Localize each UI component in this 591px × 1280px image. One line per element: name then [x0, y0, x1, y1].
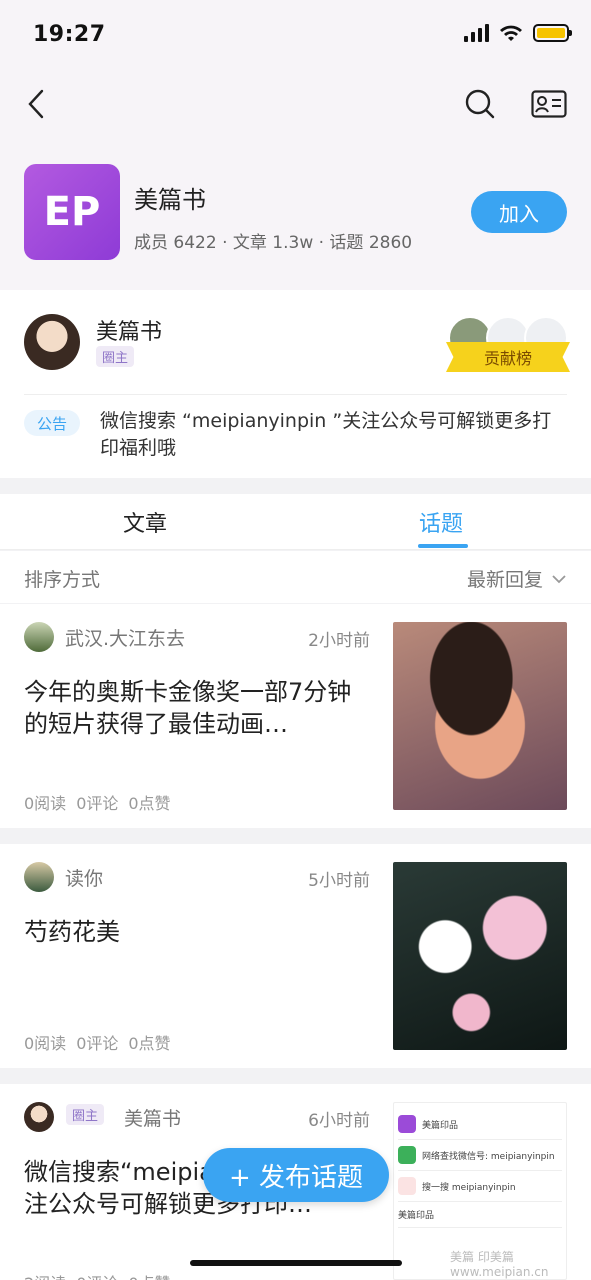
owner-badge: 圈主: [96, 346, 135, 367]
battery-icon: [533, 24, 572, 42]
author-avatar[interactable]: [24, 1102, 54, 1132]
post-thumbnail[interactable]: [393, 622, 567, 810]
sort-bar: 排序方式 最新回复: [0, 551, 591, 603]
divider: [24, 394, 567, 395]
join-button[interactable]: 加入: [471, 191, 567, 233]
post-title[interactable]: 今年的奥斯卡金像奖一部7分钟的短片获得了最佳动画…: [24, 676, 370, 740]
group-stats: 成员 6422 · 文章 1.3w · 话题 2860: [134, 233, 413, 253]
author-avatar[interactable]: [24, 862, 54, 892]
thumbnail-row: 美篇印品: [398, 1109, 562, 1140]
profile-card-icon[interactable]: [530, 88, 568, 120]
post-time: 5小时前: [308, 871, 370, 891]
comment-count: 0评论: [76, 1270, 118, 1280]
post-title[interactable]: 芍药花美: [24, 916, 370, 948]
post-thumbnail[interactable]: [393, 862, 567, 1050]
comment-count: 0评论: [76, 794, 119, 813]
post-stats: 0阅读 0评论 0点赞: [24, 1030, 171, 1054]
sort-label: 排序方式: [24, 569, 101, 591]
active-tab-indicator: [418, 544, 468, 548]
status-time: 19:27: [33, 22, 106, 47]
post-time: 6小时前: [308, 1111, 370, 1131]
tab-articles[interactable]: 文章: [123, 506, 167, 538]
post-time: 2小时前: [308, 631, 370, 651]
author-avatar[interactable]: [24, 622, 54, 652]
like-count: 0点赞: [128, 794, 171, 813]
owner-avatar[interactable]: [24, 314, 80, 370]
home-indicator[interactable]: [190, 1260, 402, 1266]
topic-card[interactable]: 读你 5小时前 芍药花美 0阅读 0评论 0点赞: [0, 844, 591, 1068]
publish-topic-button[interactable]: + 发布话题: [203, 1148, 389, 1202]
owner-badge: 圈主: [66, 1104, 105, 1125]
like-count: 0点赞: [128, 1034, 171, 1053]
wifi-icon: [500, 25, 522, 41]
back-icon[interactable]: [20, 86, 52, 122]
search-icon[interactable]: [462, 86, 498, 122]
group-name: 美篇书: [134, 186, 206, 214]
owner-name[interactable]: 美篇书: [96, 314, 162, 346]
tab-bar: 文章 话题: [0, 494, 591, 550]
group-logo: EP: [24, 164, 120, 260]
topic-card[interactable]: 武汉.大江东去 2小时前 今年的奥斯卡金像奖一部7分钟的短片获得了最佳动画… 0…: [0, 604, 591, 828]
notice-tag: 公告: [24, 410, 80, 436]
thumbnail-row: 网络查找微信号: meipianyinpin: [398, 1140, 562, 1171]
author-name[interactable]: 美篇书: [124, 1104, 181, 1131]
status-icons: [464, 24, 572, 42]
like-count: 0点赞: [128, 1270, 170, 1280]
thumbnail-row: 美篇印品: [398, 1202, 562, 1228]
sort-dropdown[interactable]: 最新回复: [467, 565, 567, 592]
ranking-ribbon[interactable]: 贡献榜: [446, 342, 570, 372]
owner-card: 美篇书 圈主 贡献榜 公告 微信搜索 “meipianyinpin ”关注公众号…: [0, 290, 591, 478]
comment-count: 0评论: [76, 1034, 119, 1053]
author-name[interactable]: 武汉.大江东去: [65, 624, 185, 651]
chevron-down-icon: [552, 574, 566, 583]
sort-value: 最新回复: [466, 569, 543, 591]
thumbnail-row: 搜一搜 meipianyinpin: [398, 1171, 562, 1202]
signal-icon: [464, 24, 489, 42]
notice-text: 微信搜索 “meipianyinpin ”关注公众号可解锁更多打印福利哦: [100, 410, 552, 459]
read-count: 2阅读: [24, 1270, 66, 1280]
watermark: 美篇 印美篇 www.meipian.cn: [450, 1250, 549, 1279]
author-name[interactable]: 读你: [65, 864, 103, 891]
post-stats: 0阅读 0评论 0点赞: [24, 790, 171, 814]
read-count: 0阅读: [24, 1034, 67, 1053]
read-count: 0阅读: [24, 794, 67, 813]
post-stats: 2阅读 0评论 0点赞: [24, 1270, 171, 1280]
tab-topics[interactable]: 话题: [419, 506, 463, 538]
